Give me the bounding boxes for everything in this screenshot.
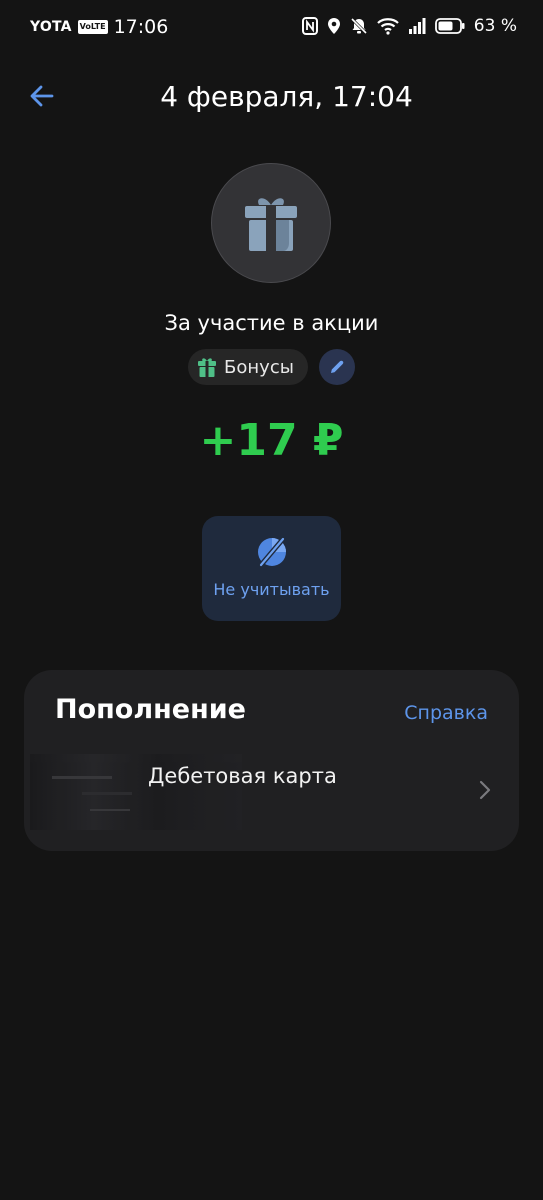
volte-badge: VoLTE	[77, 20, 108, 34]
pie-slash-icon	[257, 536, 286, 568]
battery-percent: 63 %	[473, 16, 517, 36]
gift-icon	[198, 358, 217, 377]
exclude-button[interactable]: Не учитывать	[202, 516, 341, 621]
status-left: YOTA VoLTE 17:06	[30, 16, 168, 38]
back-button[interactable]	[22, 76, 62, 116]
account-name: Дебетовая карта	[148, 764, 337, 788]
status-bar: YOTA VoLTE 17:06 63 %	[0, 0, 543, 56]
arrow-left-icon	[30, 85, 54, 107]
battery-icon	[434, 17, 465, 35]
details-card: Пополнение Справка Дебетовая карта	[24, 670, 519, 851]
operation-name: За участие в акции	[164, 311, 379, 335]
account-row[interactable]: Дебетовая карта	[24, 748, 519, 838]
chevron-right-icon	[479, 780, 491, 800]
operation-avatar	[211, 163, 331, 283]
edit-category-button[interactable]	[318, 349, 355, 385]
bell-off-icon	[350, 17, 368, 35]
status-time: 17:06	[113, 16, 169, 38]
carrier-name: YOTA	[30, 19, 72, 35]
location-icon	[327, 17, 341, 35]
status-right: 63 %	[301, 16, 517, 36]
wifi-icon	[377, 17, 399, 35]
pencil-icon	[330, 360, 344, 373]
card-title: Пополнение	[55, 694, 246, 725]
category-chip[interactable]: Бонусы	[188, 349, 308, 385]
nfc-icon	[301, 17, 318, 35]
category-label: Бонусы	[224, 356, 294, 378]
help-link[interactable]: Справка	[404, 702, 488, 724]
exclude-label: Не учитывать	[213, 580, 330, 599]
category-row: Бонусы	[0, 349, 543, 385]
gift-icon	[245, 198, 297, 251]
signal-icon	[408, 17, 426, 35]
page-title: 4 февраля, 17:04	[160, 80, 413, 113]
operation-amount: +17 ₽	[199, 415, 344, 466]
